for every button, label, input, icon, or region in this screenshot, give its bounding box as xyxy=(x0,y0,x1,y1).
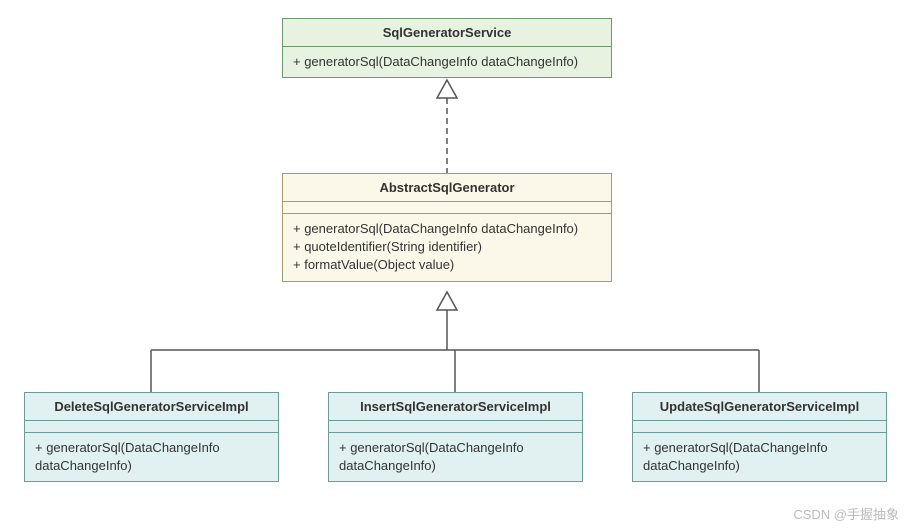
class-attributes xyxy=(329,421,582,433)
method: + generatorSql(DataChangeInfo xyxy=(339,439,572,457)
class-attributes xyxy=(283,202,611,214)
method: + generatorSql(DataChangeInfo xyxy=(643,439,876,457)
method: + generatorSql(DataChangeInfo dataChange… xyxy=(293,220,601,238)
method: + generatorSql(DataChangeInfo dataChange… xyxy=(293,53,601,71)
class-attributes xyxy=(633,421,886,433)
class-insert-sql-generator-service-impl: InsertSqlGeneratorServiceImpl + generato… xyxy=(328,392,583,482)
class-methods: + generatorSql(DataChangeInfo dataChange… xyxy=(25,433,278,481)
class-methods: + generatorSql(DataChangeInfo dataChange… xyxy=(283,214,611,281)
class-title: SqlGeneratorService xyxy=(283,19,611,47)
method: + formatValue(Object value) xyxy=(293,256,601,274)
method: dataChangeInfo) xyxy=(643,457,876,475)
class-sql-generator-service: SqlGeneratorService + generatorSql(DataC… xyxy=(282,18,612,78)
class-title: UpdateSqlGeneratorServiceImpl xyxy=(633,393,886,421)
class-methods: + generatorSql(DataChangeInfo dataChange… xyxy=(633,433,886,481)
method: dataChangeInfo) xyxy=(339,457,572,475)
class-attributes xyxy=(25,421,278,433)
class-delete-sql-generator-service-impl: DeleteSqlGeneratorServiceImpl + generato… xyxy=(24,392,279,482)
class-methods: + generatorSql(DataChangeInfo dataChange… xyxy=(283,47,611,77)
class-title: DeleteSqlGeneratorServiceImpl xyxy=(25,393,278,421)
class-update-sql-generator-service-impl: UpdateSqlGeneratorServiceImpl + generato… xyxy=(632,392,887,482)
method: + generatorSql(DataChangeInfo xyxy=(35,439,268,457)
class-title: InsertSqlGeneratorServiceImpl xyxy=(329,393,582,421)
watermark-text: CSDN @手握抽象 xyxy=(793,504,899,523)
class-title: AbstractSqlGenerator xyxy=(283,174,611,202)
class-abstract-sql-generator: AbstractSqlGenerator + generatorSql(Data… xyxy=(282,173,612,282)
class-methods: + generatorSql(DataChangeInfo dataChange… xyxy=(329,433,582,481)
method: dataChangeInfo) xyxy=(35,457,268,475)
method: + quoteIdentifier(String identifier) xyxy=(293,238,601,256)
